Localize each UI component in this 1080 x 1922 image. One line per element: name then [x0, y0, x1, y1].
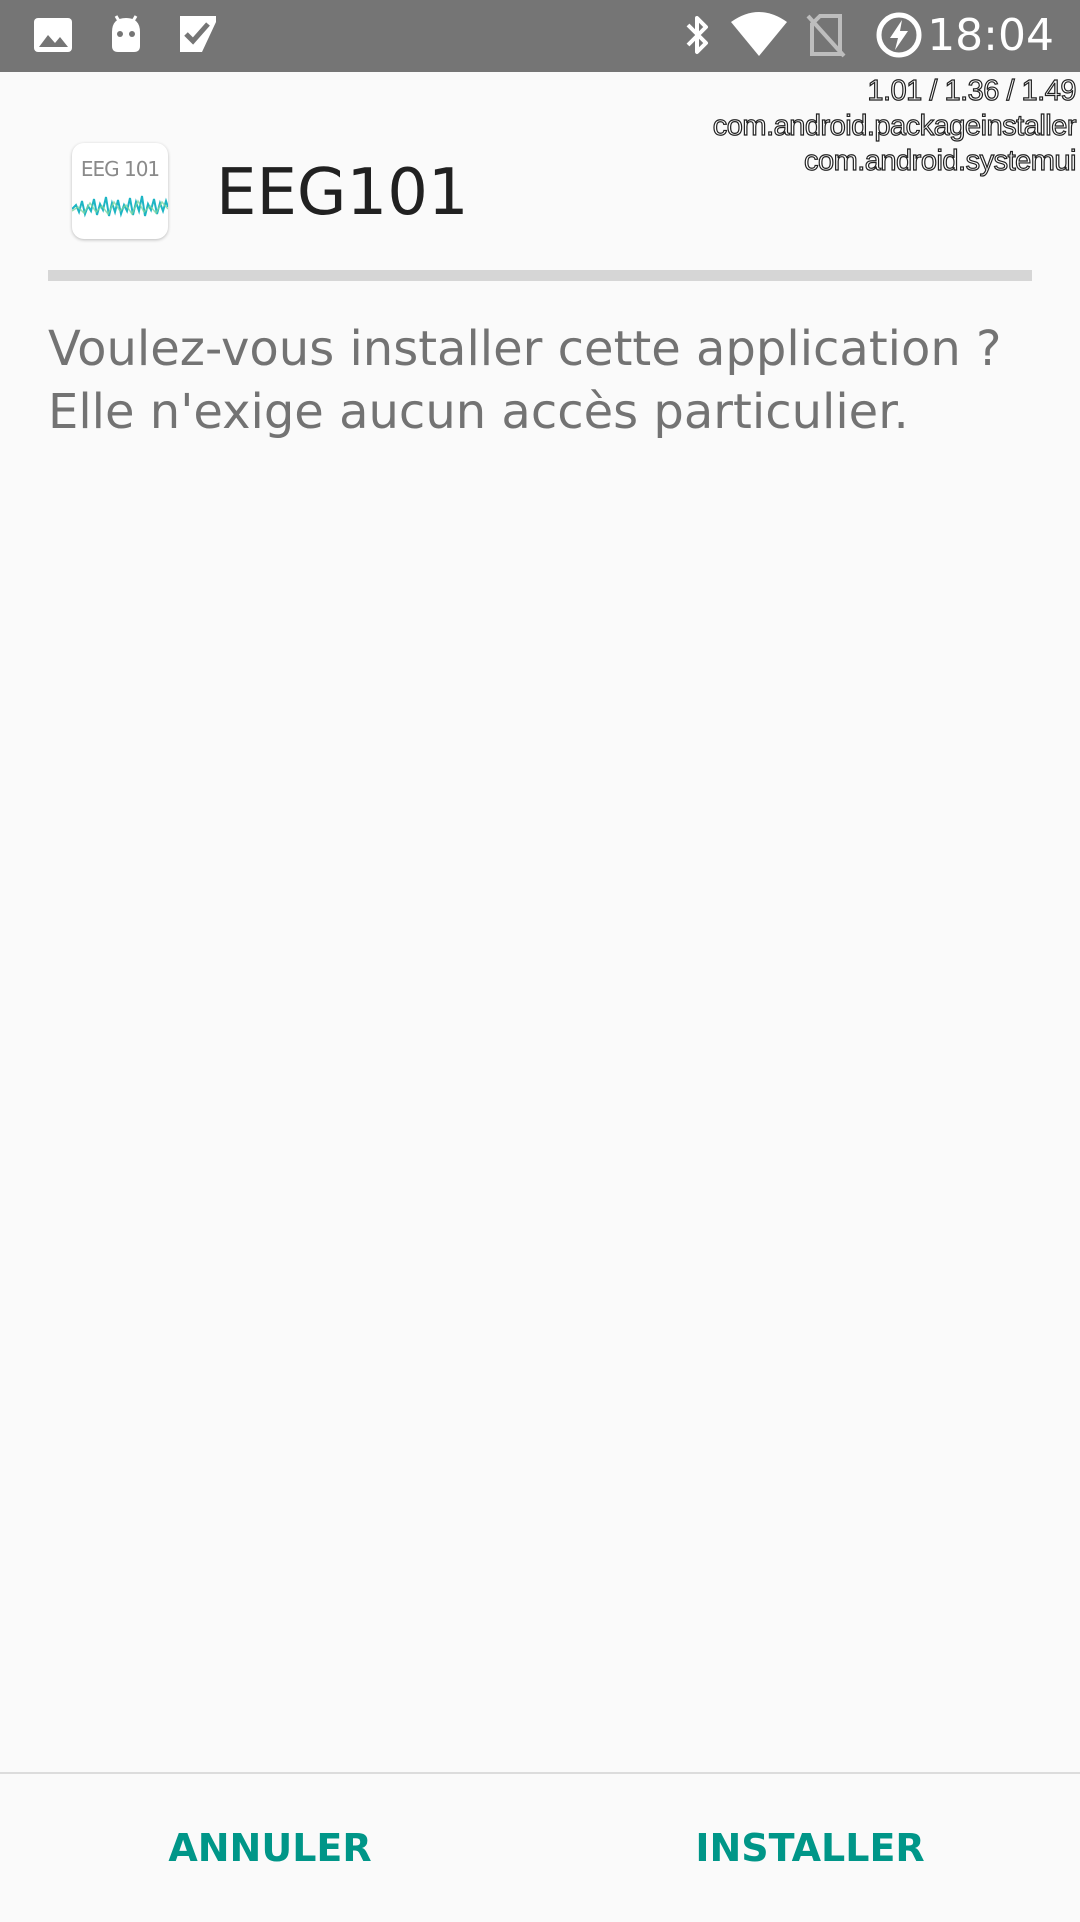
app-icon: EEG 101: [72, 143, 168, 239]
cancel-button[interactable]: ANNULER: [0, 1774, 540, 1922]
no-sim-icon: [806, 12, 846, 62]
install-message: Voulez-vous installer cette application …: [48, 318, 1038, 444]
app-name: EEG101: [216, 156, 469, 230]
header-divider: [48, 270, 1032, 281]
wifi-icon: [730, 12, 788, 62]
button-bar: ANNULER INSTALLER: [0, 1772, 1080, 1922]
eeg-wave-icon: [72, 195, 168, 218]
debug-overlay-metrics: 1.01 / 1.36 / 1.49: [867, 74, 1077, 107]
task-check-icon: [176, 12, 220, 60]
install-button[interactable]: INSTALLER: [540, 1774, 1080, 1922]
battery-charging-icon: [874, 10, 924, 64]
clock: 18:04: [927, 10, 1054, 61]
status-bar: 18:04: [0, 0, 1080, 72]
gallery-icon: [32, 14, 74, 60]
debug-overlay-package: com.android.packageinstaller: [712, 109, 1077, 142]
debug-overlay: 1.01 / 1.36 / 1.49 com.android.packagein…: [712, 74, 1077, 179]
install-question: Voulez-vous installer cette application …: [48, 321, 1002, 377]
android-bot-icon: [104, 12, 148, 60]
bluetooth-icon: [678, 12, 718, 62]
app-icon-label: EEG 101: [80, 157, 160, 181]
debug-overlay-system: com.android.systemui: [803, 144, 1077, 177]
permissions-note: Elle n'exige aucun accès particulier.: [48, 384, 909, 440]
